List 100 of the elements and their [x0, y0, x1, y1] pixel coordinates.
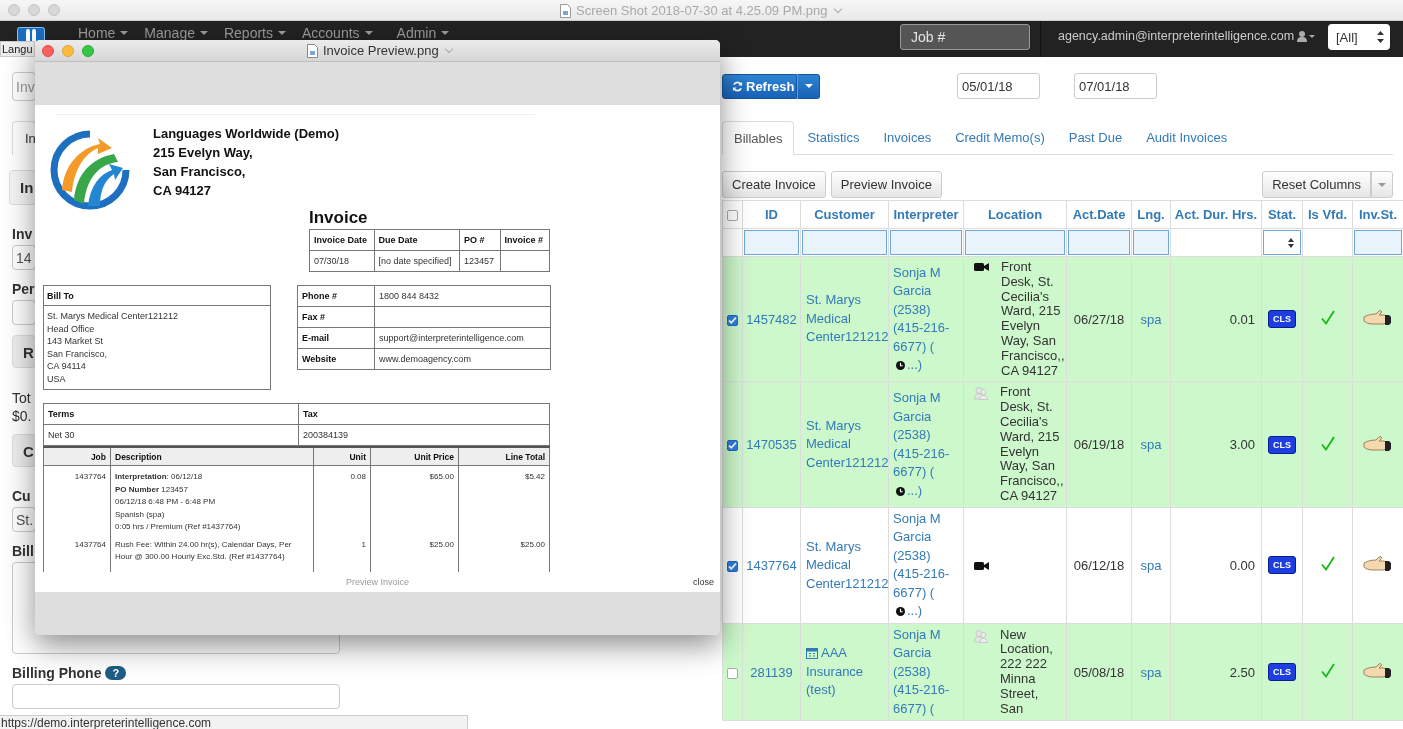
- minimize-button[interactable]: [28, 4, 40, 16]
- table-cell: [500, 250, 550, 272]
- interpreter-link[interactable]: Sonja M Garcia (2538) (415-216-6677) (: [893, 263, 961, 357]
- column-header[interactable]: ID: [765, 207, 778, 222]
- language-link[interactable]: spa: [1140, 311, 1162, 327]
- date-field[interactable]: 05/01/18: [957, 73, 1040, 99]
- interpreter-link[interactable]: Sonja M Garcia (2538) (415-216-6677) (: [893, 509, 961, 603]
- duration-text: 2.50: [1229, 664, 1255, 680]
- company-address-line: San Francisco,: [153, 163, 247, 181]
- close-button[interactable]: [42, 44, 54, 57]
- bill-to-heading: Bill To: [44, 286, 270, 306]
- action-button[interactable]: R: [12, 335, 36, 368]
- interpreter-more-link[interactable]: ...): [907, 603, 923, 619]
- job-id-link[interactable]: 1457482: [746, 311, 797, 327]
- total-label: Tot: [12, 390, 31, 406]
- nav-menu-item[interactable]: Home: [78, 26, 129, 40]
- row-checkbox[interactable]: [727, 667, 738, 679]
- clock-icon: [896, 486, 905, 496]
- refresh-icon: [732, 80, 743, 92]
- status-badge: CLS: [1268, 310, 1296, 329]
- filter-field[interactable]: [1068, 230, 1130, 255]
- help-badge[interactable]: ?: [105, 666, 127, 680]
- field-label: Inv: [12, 226, 33, 242]
- zoom-button[interactable]: [48, 4, 60, 16]
- row-checkbox[interactable]: [727, 440, 738, 452]
- text-field[interactable]: [12, 684, 340, 709]
- language-link[interactable]: spa: [1140, 437, 1162, 453]
- tab[interactable]: Invoices: [872, 121, 943, 155]
- duration-text: 0.00: [1229, 557, 1255, 573]
- filter-select[interactable]: [1263, 230, 1301, 255]
- tab[interactable]: Audit Invoices: [1135, 121, 1239, 155]
- filter-field[interactable]: [744, 230, 799, 255]
- user-icon[interactable]: [1297, 30, 1316, 42]
- language-link[interactable]: spa: [1140, 664, 1162, 680]
- address-line: 143 Market St: [47, 335, 105, 348]
- hand-icon: [1363, 309, 1393, 327]
- nav-menu-item[interactable]: Admin: [396, 26, 450, 40]
- tab[interactable]: Statistics: [796, 121, 871, 155]
- location-text: New Location, 222 222 Minna Street, San: [1000, 627, 1054, 717]
- description-line: Rush Fee: Within 24.00 hr(s), Calendar Days, Per Hour @ 300.00 Hourly Exc.Std. (Ref #1437764): [115, 538, 293, 563]
- table-header-cell: Unit: [313, 447, 371, 466]
- row-checkbox[interactable]: [727, 560, 738, 572]
- dropdown-button[interactable]: [797, 73, 820, 99]
- interpreter-more-link[interactable]: ...): [907, 482, 923, 498]
- job-search-field[interactable]: Job #: [900, 24, 1030, 50]
- description-line: PO Number 123457: [115, 483, 189, 496]
- row-checkbox[interactable]: [727, 314, 738, 326]
- table-header-cell: Phone #: [297, 285, 375, 307]
- refresh-button[interactable]: Refresh: [722, 73, 797, 99]
- table-cell: support@interpreterintelligence.com: [374, 327, 551, 349]
- date-field[interactable]: 07/01/18: [1074, 73, 1157, 99]
- filter-field[interactable]: [965, 230, 1065, 255]
- job-id-link[interactable]: 281139: [750, 664, 793, 680]
- action-button[interactable]: Preview Invoice: [830, 171, 942, 198]
- table-cell: $5.42: [458, 465, 550, 534]
- table-cell: Net 30: [43, 424, 299, 446]
- nav-menu-item[interactable]: Manage: [144, 26, 208, 40]
- job-id-link[interactable]: 1437764: [746, 557, 797, 573]
- zoom-button[interactable]: [82, 44, 94, 57]
- invoice-heading: Invoice: [309, 208, 369, 229]
- filter-field[interactable]: [1133, 230, 1169, 255]
- select-all-checkbox[interactable]: [727, 210, 738, 222]
- description-line: 06/12/18 6:48 PM - 6:48 PM: [115, 496, 217, 508]
- minimize-button[interactable]: [62, 44, 74, 57]
- description-line: Interpretation: 06/12/18: [115, 471, 204, 483]
- interpreter-more-link[interactable]: ...): [907, 357, 923, 373]
- close-link[interactable]: close: [693, 577, 714, 587]
- filter-field[interactable]: [802, 230, 887, 255]
- nav-menu-item[interactable]: Accounts: [302, 26, 373, 40]
- company-address-line: CA 94127: [153, 182, 213, 200]
- field-label: Bill: [12, 543, 34, 559]
- people-icon: [974, 387, 988, 401]
- tab[interactable]: Billables: [722, 121, 795, 155]
- close-button[interactable]: [8, 4, 20, 16]
- table-cell: 1800 844 8432: [374, 285, 551, 307]
- caret-icon: [1378, 182, 1386, 187]
- interpreter-link[interactable]: Sonja M Garcia (2538) (415-216-6677) (: [893, 389, 961, 482]
- user-menu[interactable]: agency.admin@interpreterintelligence.com: [1058, 29, 1295, 43]
- table-cell: 1437764: [43, 465, 111, 534]
- scope-select[interactable]: [All]: [1328, 24, 1390, 50]
- address-line: San Francisco,: [47, 347, 109, 361]
- action-button[interactable]: C: [12, 434, 36, 467]
- table-header-cell: Line Total: [458, 447, 550, 466]
- table-cell: www.demoagency.com: [374, 348, 551, 370]
- tab[interactable]: Past Due: [1057, 121, 1134, 155]
- caret-icon: [441, 31, 450, 35]
- table-cell: $65.00: [370, 465, 459, 534]
- table-header-cell: Unit Price: [370, 447, 459, 466]
- filter-field[interactable]: [1354, 230, 1402, 255]
- nav-menu-item[interactable]: Reports: [223, 26, 286, 40]
- job-id-link[interactable]: 1470535: [746, 437, 797, 453]
- tab[interactable]: Credit Memo(s): [944, 121, 1056, 155]
- language-link[interactable]: spa: [1140, 557, 1162, 573]
- caret-icon: [120, 31, 129, 35]
- action-button[interactable]: Create Invoice: [722, 171, 826, 198]
- filter-field[interactable]: [890, 230, 962, 255]
- address-line: CA 94114: [47, 360, 87, 373]
- date-text: 06/12/18: [1073, 557, 1125, 573]
- clock-icon: [896, 607, 905, 617]
- reset-columns-button[interactable]: Reset Columns: [1262, 171, 1371, 198]
